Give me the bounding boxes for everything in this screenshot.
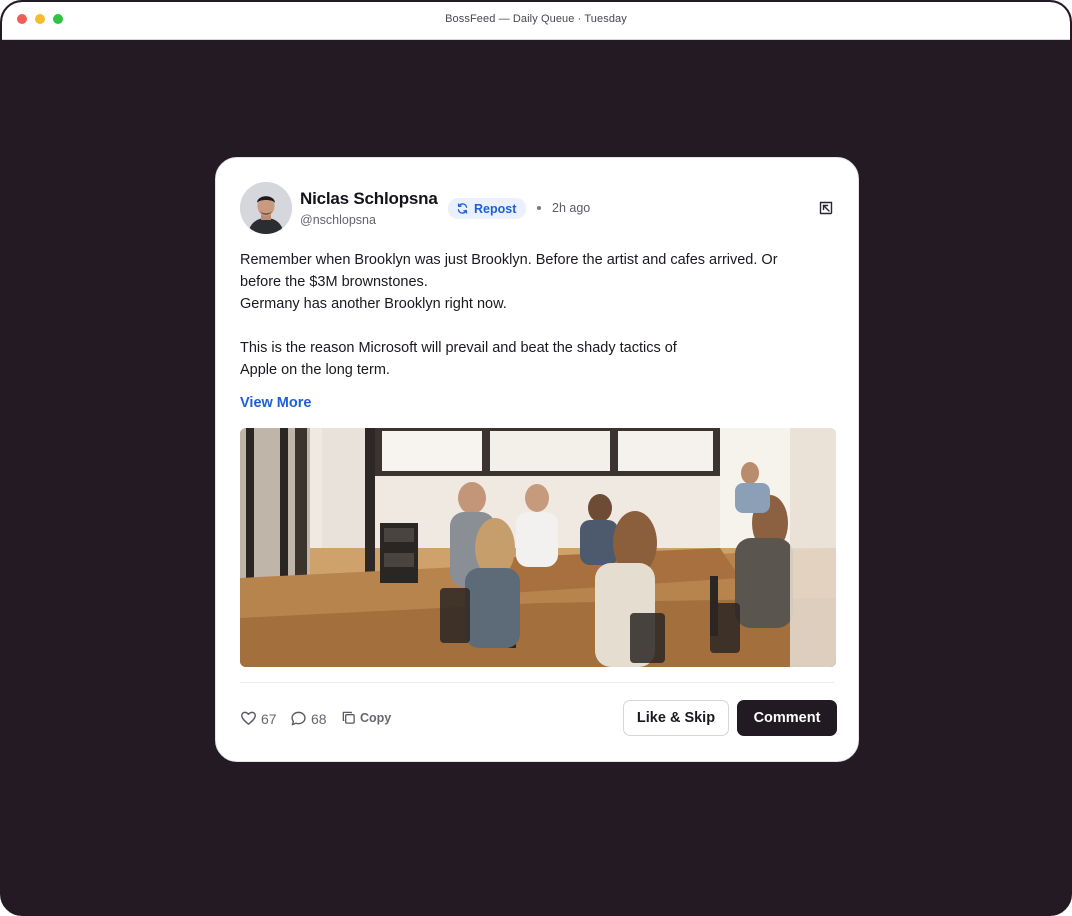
separator-dot [537,206,541,210]
post-paragraph: Remember when Brooklyn was just Brooklyn… [240,252,778,312]
like-count-button[interactable]: 67 [240,710,277,727]
post-image[interactable] [240,428,836,667]
post-paragraph: This is the reason Microsoft will prevai… [240,340,677,378]
comment-button[interactable]: Comment [737,700,837,736]
author-handle: @nschlopsna [300,213,376,227]
like-count: 67 [261,710,277,727]
post-timestamp: 2h ago [552,201,591,215]
app-window: BossFeed — Daily Queue · Tuesday Niclas … [0,0,1072,916]
copy-label: Copy [360,710,392,725]
card-divider [240,682,834,683]
post-body: Remember when Brooklyn was just Brooklyn… [240,249,820,381]
view-more-link[interactable]: View More [240,395,311,411]
paragraph-spacer [240,315,820,337]
title-bar: BossFeed — Daily Queue · Tuesday [2,2,1070,40]
comment-count-button[interactable]: 68 [290,710,327,727]
comment-bubble-icon [291,711,306,726]
repost-icon [457,203,468,214]
copy-icon [342,711,355,724]
open-external-icon[interactable] [818,200,834,216]
repost-badge-label: Repost [474,201,517,216]
author-name[interactable]: Niclas Schlopsna [300,189,438,209]
comment-count: 68 [311,710,327,727]
repost-badge: Repost [448,198,527,219]
heart-icon [240,711,257,725]
avatar[interactable] [240,182,292,234]
post-card: Niclas Schlopsna @nschlopsna Repost 2h a… [215,157,859,762]
window-title: BossFeed — Daily Queue · Tuesday [445,13,627,25]
copy-button[interactable]: Copy [341,710,391,725]
like-and-skip-button[interactable]: Like & Skip [623,700,729,736]
